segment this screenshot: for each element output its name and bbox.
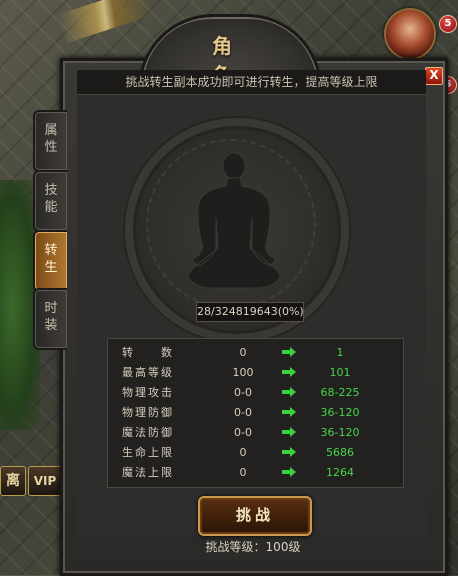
stat-label: 物理防御 — [122, 406, 172, 419]
stat-next: 5686 — [326, 446, 354, 459]
challenge-level-requirement: 挑战等级：100级 — [205, 540, 301, 554]
meditating-figure-icon — [187, 152, 281, 289]
arrow-right-icon — [282, 367, 296, 377]
stat-current: 0 — [239, 346, 247, 359]
arrow-right-icon — [282, 447, 296, 457]
stat-next: 36-120 — [320, 406, 360, 419]
stat-label: 转数 — [122, 346, 172, 359]
tab-label: 转生 — [44, 243, 58, 275]
challenge-button[interactable]: 挑战 — [198, 496, 312, 536]
stat-row: 物理攻击 0-0 68-225 — [108, 383, 403, 402]
stat-current: 100 — [232, 366, 254, 379]
arrow-right-icon — [282, 387, 296, 397]
stat-row: 最高等级 100 101 — [108, 363, 403, 382]
stat-next: 101 — [329, 366, 351, 379]
notification-badge-top[interactable]: 5 — [439, 15, 457, 33]
tab-label: 时装 — [44, 301, 58, 333]
stat-label: 最高等级 — [122, 366, 172, 379]
stat-label: 生命上限 — [122, 446, 172, 459]
reincarnation-hint: 挑战转生副本成功即可进行转生，提高等级上限 — [77, 70, 426, 95]
arrow-right-icon — [282, 407, 296, 417]
stat-label: 魔法上限 — [122, 466, 172, 479]
stats-table: 转数 0 1 最高等级 100 101 物理攻击 0-0 68-225 物理防御… — [107, 338, 404, 488]
stat-current: 0-0 — [234, 406, 252, 419]
stat-next: 1264 — [326, 466, 354, 479]
tab-label: 技能 — [44, 183, 58, 215]
stat-next: 68-225 — [320, 386, 360, 399]
vip-button[interactable]: VIP — [28, 466, 62, 496]
stat-current: 0 — [239, 466, 247, 479]
stat-row: 魔法防御 0-0 36-120 — [108, 423, 403, 442]
tab-label: 属性 — [44, 123, 58, 155]
stat-row: 转数 0 1 — [108, 343, 403, 362]
stat-current: 0 — [239, 446, 247, 459]
stat-next: 36-120 — [320, 426, 360, 439]
tab-fashion[interactable]: 时装 — [33, 288, 67, 350]
stat-label: 物理攻击 — [122, 386, 172, 399]
stat-current: 0-0 — [234, 426, 252, 439]
arrow-right-icon — [282, 427, 296, 437]
stat-row: 魔法上限 0 1264 — [108, 463, 403, 482]
hud-left-button[interactable]: 离 — [0, 466, 26, 496]
stat-current: 0-0 — [234, 386, 252, 399]
stat-row: 生命上限 0 5686 — [108, 443, 403, 462]
tab-skills[interactable]: 技能 — [33, 170, 67, 232]
tab-reincarnation[interactable]: 转生 — [33, 230, 67, 292]
stat-label: 魔法防御 — [122, 426, 172, 439]
player-avatar[interactable] — [384, 8, 436, 60]
close-button[interactable]: X — [425, 67, 443, 85]
stat-next: 1 — [336, 346, 344, 359]
arrow-right-icon — [282, 467, 296, 477]
stat-row: 物理防御 0-0 36-120 — [108, 403, 403, 422]
arrow-right-icon — [282, 347, 296, 357]
reincarnation-progress: 28/324819643(0%) — [196, 302, 304, 322]
tab-attributes[interactable]: 属性 — [33, 110, 67, 172]
